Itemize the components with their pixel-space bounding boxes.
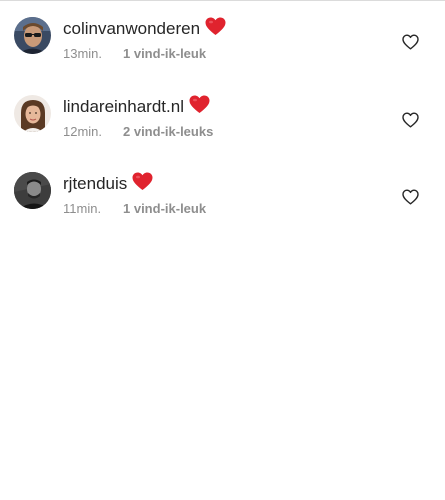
comment-time: 13min. [63,46,103,61]
heart-outline-icon[interactable] [402,189,419,205]
heart-emoji-icon [205,17,226,36]
comment-item: rjtenduis 11min. 1 vind-ik-leuk [0,172,445,250]
comment-username: lindareinhardt.nl [63,95,210,118]
avatar[interactable] [14,17,51,54]
comment-likes-count[interactable]: 1 vind-ik-leuk [123,46,206,61]
top-divider [0,0,445,1]
comment-time: 11min. [63,201,102,216]
avatar[interactable] [14,172,51,209]
avatar-photo [14,172,51,209]
avatar-photo [14,17,51,54]
comment-likes-count[interactable]: 2 vind-ik-leuks [123,124,213,139]
heart-emoji-icon [189,95,210,114]
comment-meta: 11min. 1 vind-ik-leuk [63,201,206,217]
comment-item: lindareinhardt.nl 12min. 2 vind-ik-leuks [0,95,445,173]
comment-time: 12min. [63,124,103,139]
avatar-photo [14,95,51,132]
comment-meta: 13min. 1 vind-ik-leuk [63,46,206,62]
username-text[interactable]: rjtenduis [63,174,127,193]
comment-item: colinvanwonderen 13min. 1 vind-ik-leuk [0,17,445,95]
heart-outline-icon[interactable] [402,34,419,50]
heart-emoji-icon [132,172,153,191]
avatar[interactable] [14,95,51,132]
comment-meta: 12min. 2 vind-ik-leuks [63,124,213,140]
username-text[interactable]: colinvanwonderen [63,19,200,38]
comment-username: rjtenduis [63,172,153,195]
username-text[interactable]: lindareinhardt.nl [63,97,184,116]
heart-outline-icon[interactable] [402,112,419,128]
comment-likes-count[interactable]: 1 vind-ik-leuk [123,201,206,216]
comment-username: colinvanwonderen [63,17,226,40]
